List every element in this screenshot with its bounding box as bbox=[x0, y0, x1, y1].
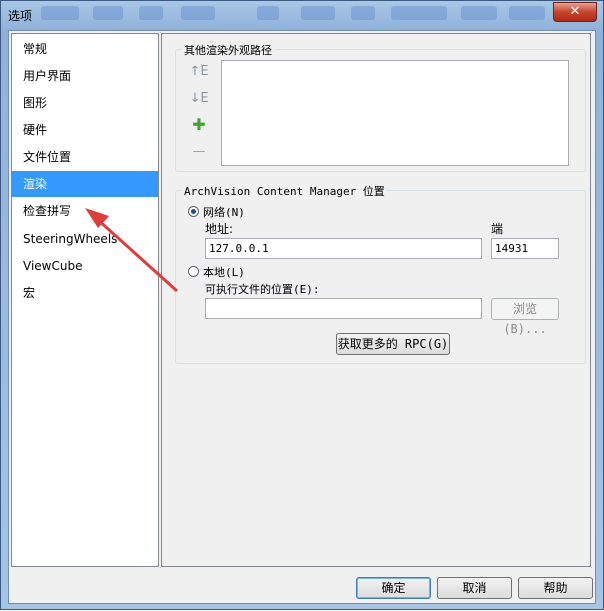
annotation-arrow-line bbox=[95, 217, 179, 293]
options-dialog: 选项 ✕ 常规 用户界面 图形 硬件 文件位置 渲染 检查拼写 Steering… bbox=[0, 0, 604, 610]
annotation-arrow bbox=[85, 208, 179, 293]
